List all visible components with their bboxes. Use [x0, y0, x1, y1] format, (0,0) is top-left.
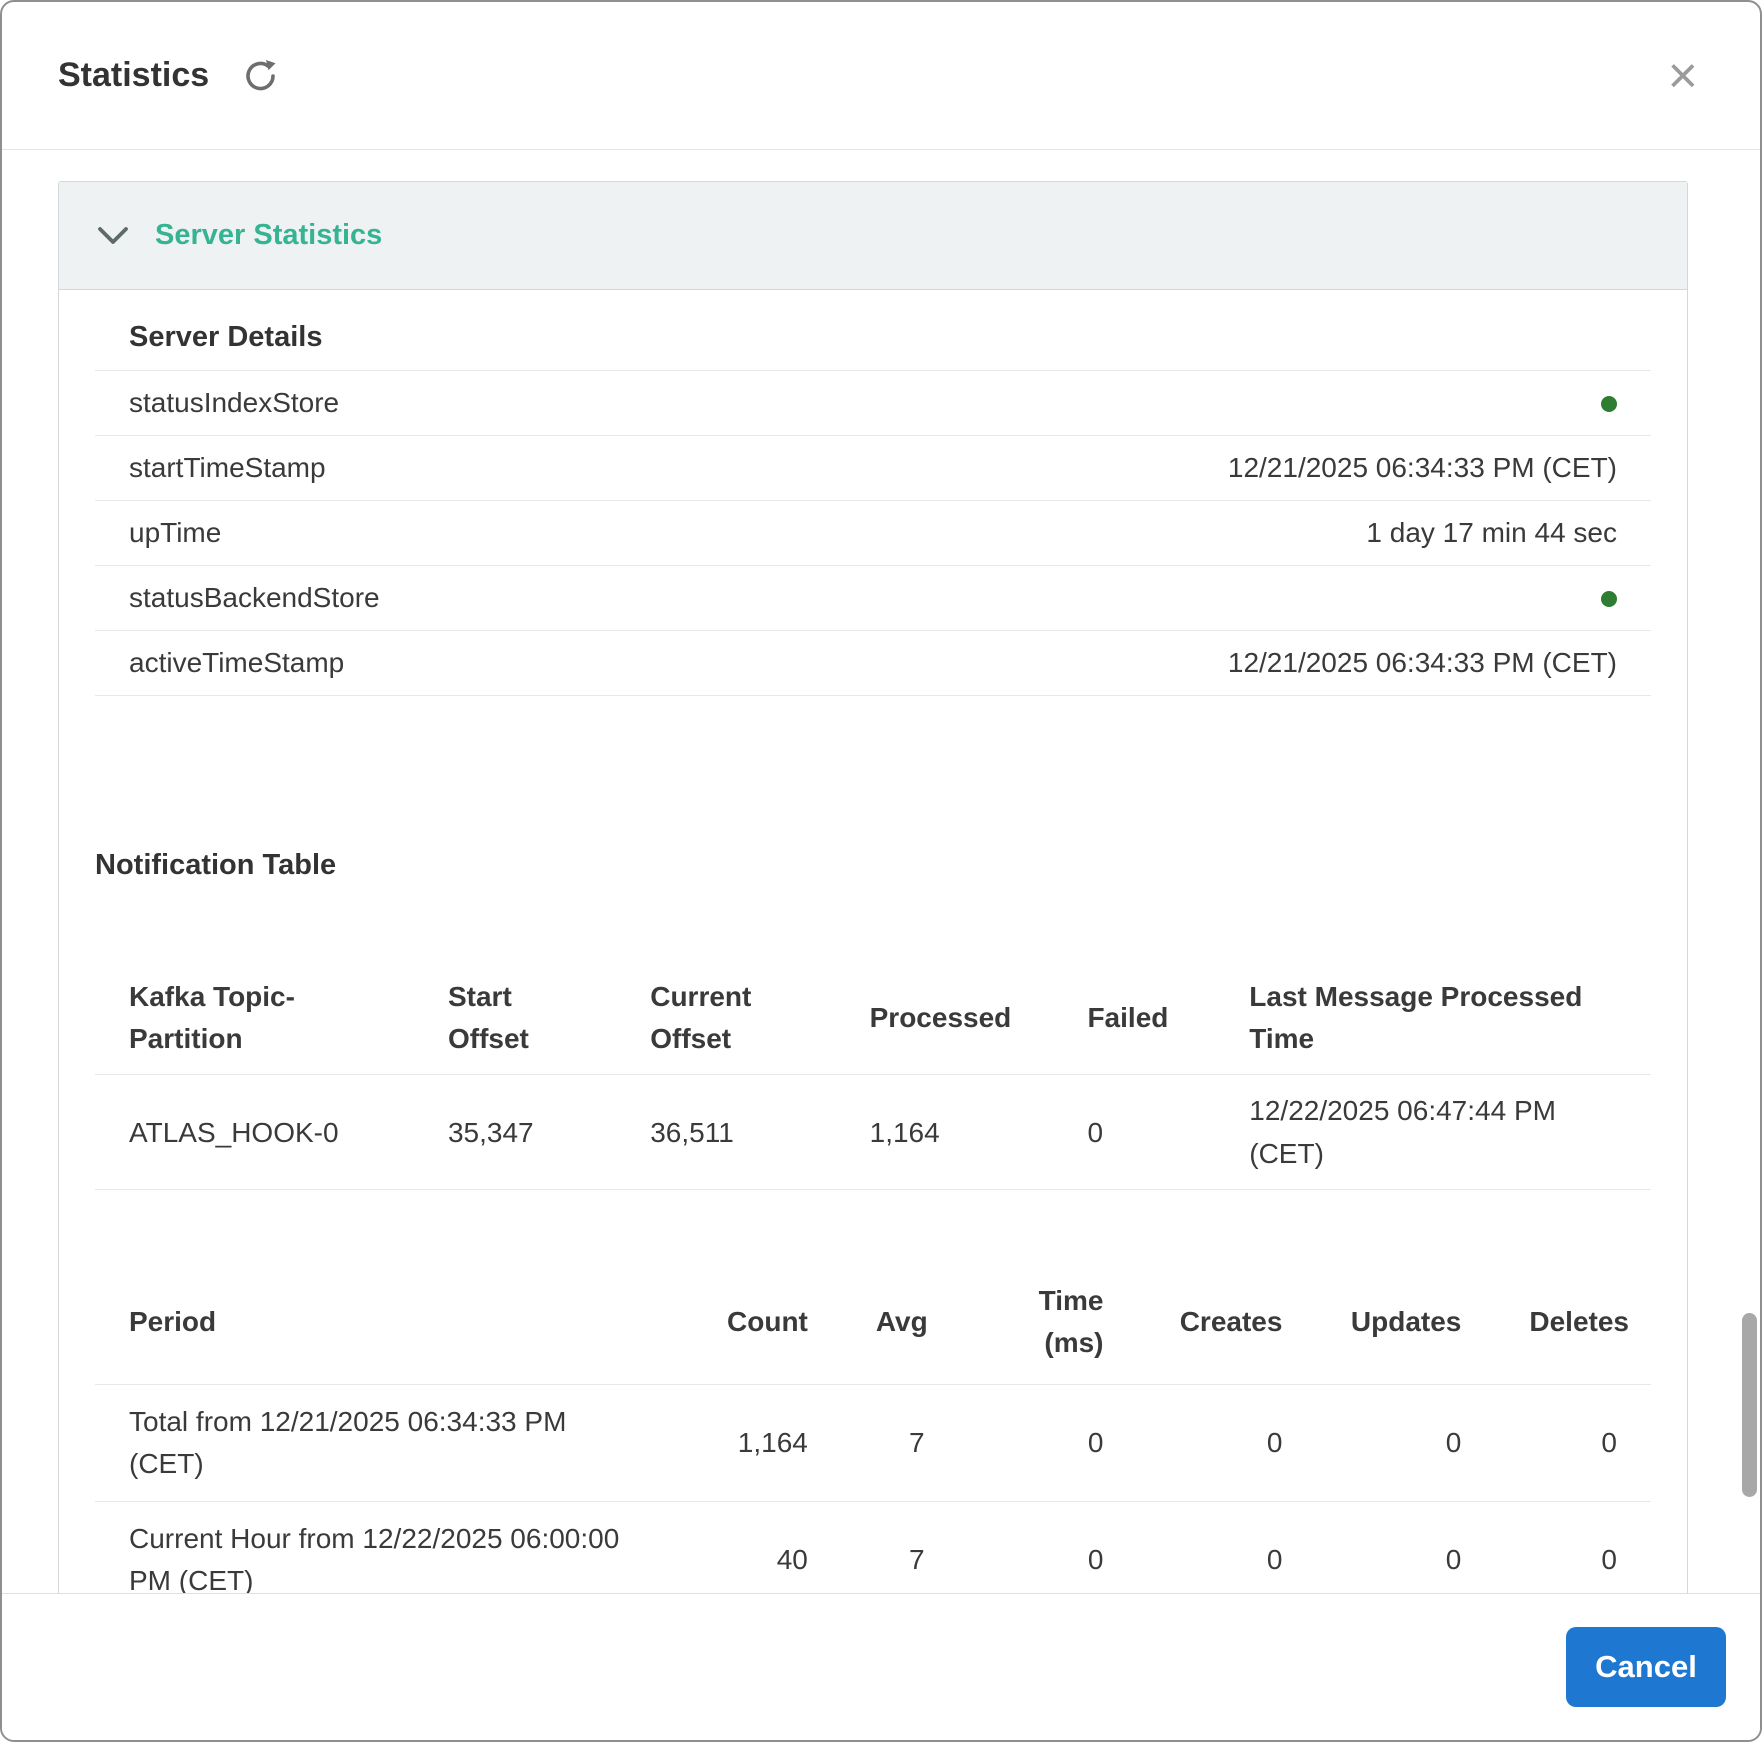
close-icon: ×: [1667, 46, 1698, 105]
server-details-row: activeTimeStamp 12/21/2025 06:34:33 PM (…: [95, 631, 1651, 696]
notification-table-heading: Notification Table: [95, 849, 337, 881]
column-header: Last Message Processed Time: [1215, 962, 1651, 1075]
table-row: ATLAS_HOOK-0 35,347 36,511 1,164 0 12/22…: [95, 1074, 1651, 1190]
statistics-modal: Statistics × Server Statistics Server De…: [0, 0, 1762, 1742]
period-table-header-row: Period Count Avg Time (ms) Creates Updat…: [95, 1260, 1651, 1385]
detail-value: 12/21/2025 06:34:33 PM (CET): [1227, 452, 1617, 483]
kafka-table-header-row: Kafka Topic-Partition Start Offset Curre…: [95, 962, 1651, 1075]
detail-key: statusIndexStore: [129, 387, 340, 418]
column-header: Period: [95, 1260, 671, 1385]
accordion-title: Server Statistics: [155, 219, 383, 251]
cell-count: 40: [670, 1501, 842, 1593]
detail-value: 12/21/2025 06:34:33 PM (CET): [1227, 647, 1617, 678]
cell-creates: 0: [1137, 1384, 1317, 1502]
vertical-scrollbar-thumb[interactable]: [1742, 1313, 1757, 1497]
cell-start-offset: 35,347: [413, 1074, 617, 1190]
column-header: Avg: [841, 1260, 959, 1385]
server-details-row: upTime 1 day 17 min 44 sec: [95, 501, 1651, 566]
column-header: Updates: [1316, 1260, 1496, 1385]
column-header: Creates: [1137, 1260, 1317, 1385]
cell-time-ms: 0: [958, 1501, 1138, 1593]
cell-current-offset: 36,511: [616, 1074, 836, 1190]
cancel-button[interactable]: Cancel: [1566, 1627, 1726, 1707]
cell-topic-partition: ATLAS_HOOK-0: [95, 1074, 414, 1190]
detail-key: activeTimeStamp: [129, 647, 345, 678]
cell-updates: 0: [1316, 1501, 1496, 1593]
column-header: Failed: [1053, 962, 1216, 1075]
cell-last-message-time: 12/22/2025 06:47:44 PM (CET): [1215, 1074, 1651, 1190]
page-title: Statistics: [58, 56, 210, 94]
refresh-button[interactable]: [239, 54, 283, 98]
kafka-topic-table: Kafka Topic-Partition Start Offset Curre…: [95, 962, 1651, 1190]
column-header: Kafka Topic-Partition: [95, 962, 414, 1075]
detail-key: startTimeStamp: [129, 452, 326, 483]
close-button[interactable]: ×: [1660, 50, 1706, 102]
detail-key: upTime: [129, 517, 222, 548]
cell-avg: 7: [841, 1501, 959, 1593]
cell-deletes: 0: [1495, 1501, 1651, 1593]
status-ok-dot: [1601, 579, 1617, 617]
modal-body: Server Statistics Server Details statusI…: [2, 150, 1760, 1593]
server-details-row: statusIndexStore: [95, 371, 1651, 436]
cell-updates: 0: [1316, 1384, 1496, 1502]
modal-footer: Cancel: [2, 1593, 1760, 1740]
cell-avg: 7: [841, 1384, 959, 1502]
modal-header: Statistics ×: [2, 2, 1760, 150]
cell-deletes: 0: [1495, 1384, 1651, 1502]
column-header: Current Offset: [616, 962, 836, 1075]
server-details-row: statusBackendStore: [95, 566, 1651, 631]
period-stats-table: Period Count Avg Time (ms) Creates Updat…: [95, 1260, 1651, 1593]
server-statistics-accordion-header[interactable]: Server Statistics: [59, 182, 1687, 290]
cell-period: Total from 12/21/2025 06:34:33 PM (CET): [95, 1384, 671, 1502]
cell-period: Current Hour from 12/22/2025 06:00:00 PM…: [95, 1501, 671, 1593]
table-row: Total from 12/21/2025 06:34:33 PM (CET) …: [95, 1384, 1651, 1502]
cell-count: 1,164: [670, 1384, 842, 1502]
server-details-heading: Server Details: [95, 318, 1651, 371]
refresh-icon: [242, 57, 280, 95]
column-header: Start Offset: [413, 962, 617, 1075]
server-statistics-panel: Server Statistics Server Details statusI…: [58, 181, 1688, 1593]
column-header: Deletes: [1495, 1260, 1651, 1385]
cell-time-ms: 0: [958, 1384, 1138, 1502]
column-header: Count: [670, 1260, 842, 1385]
column-header: Processed: [835, 962, 1054, 1075]
status-ok-dot: [1601, 384, 1617, 422]
cell-failed: 0: [1053, 1074, 1216, 1190]
cell-processed: 1,164: [835, 1074, 1054, 1190]
column-header: Time (ms): [958, 1260, 1138, 1385]
detail-key: statusBackendStore: [129, 582, 380, 613]
panel-body: Server Details statusIndexStore startTim…: [59, 290, 1687, 1593]
server-details-row: startTimeStamp 12/21/2025 06:34:33 PM (C…: [95, 436, 1651, 501]
chevron-down-icon: [97, 226, 129, 246]
table-row: Current Hour from 12/22/2025 06:00:00 PM…: [95, 1501, 1651, 1593]
detail-value: 1 day 17 min 44 sec: [1366, 517, 1617, 548]
cell-creates: 0: [1137, 1501, 1317, 1593]
